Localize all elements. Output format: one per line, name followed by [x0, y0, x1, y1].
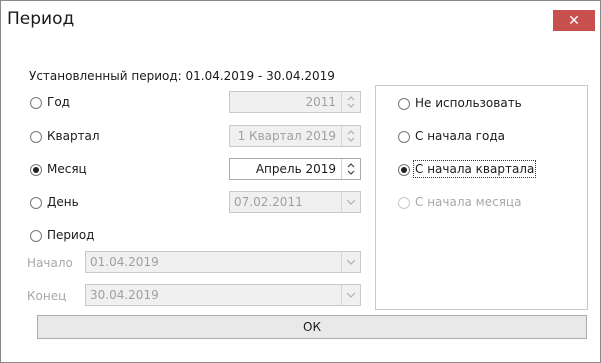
chevron-down-icon[interactable] — [341, 252, 360, 272]
end-value: 30.04.2019 — [90, 288, 159, 302]
ok-button[interactable]: ОК — [37, 315, 587, 339]
close-icon: ✕ — [568, 12, 580, 29]
radio-from-year-start[interactable] — [398, 131, 410, 143]
radio-from-month-start-label: С начала месяца — [415, 195, 522, 209]
radio-from-month-start[interactable] — [398, 197, 410, 209]
start-label: Начало — [27, 256, 73, 270]
quarter-spinner[interactable]: 1 Квартал 2019 — [229, 125, 361, 147]
end-date-picker[interactable]: 30.04.2019 — [85, 284, 361, 306]
month-spinner[interactable]: Апрель 2019 — [229, 158, 361, 180]
spin-arrows-icon[interactable] — [341, 92, 360, 112]
dialog-title: Период — [7, 9, 75, 29]
spin-arrows-icon[interactable] — [341, 126, 360, 146]
radio-from-year-start-label: С начала года — [415, 129, 505, 143]
day-value: 07.02.2011 — [234, 195, 303, 209]
radio-no-accumulation-label: Не использовать — [415, 96, 522, 110]
start-date-picker[interactable]: 01.04.2019 — [85, 251, 361, 273]
radio-period-label: Период — [47, 228, 95, 242]
end-label: Конец — [27, 289, 67, 303]
dialog-body: Установленный период: 01.04.2019 - 30.04… — [9, 45, 597, 359]
title-bar: Период ✕ — [1, 1, 600, 45]
quarter-value: 1 Квартал 2019 — [237, 129, 336, 143]
radio-from-quarter-start[interactable] — [398, 164, 410, 176]
chevron-down-icon[interactable] — [341, 285, 360, 305]
radio-quarter[interactable] — [30, 131, 42, 143]
start-value: 01.04.2019 — [90, 255, 159, 269]
day-date-picker[interactable]: 07.02.2011 — [229, 191, 361, 213]
month-value: Апрель 2019 — [255, 162, 336, 176]
year-value: 2011 — [305, 95, 336, 109]
radio-period[interactable] — [30, 230, 42, 242]
spin-arrows-icon[interactable] — [341, 159, 360, 179]
radio-quarter-label: Квартал — [47, 129, 100, 143]
radio-no-accumulation[interactable] — [398, 98, 410, 110]
radio-from-quarter-start-label: С начала квартала — [412, 160, 537, 178]
radio-year-label: Год — [47, 95, 70, 109]
period-summary: Установленный период: 01.04.2019 - 30.04… — [29, 69, 335, 83]
chevron-down-icon[interactable] — [341, 192, 360, 212]
accumulation-group: Не использовать С начала года С начала к… — [375, 85, 588, 310]
period-dialog: Период ✕ Установленный период: 01.04.201… — [0, 0, 601, 363]
radio-day-label: День — [47, 195, 79, 209]
radio-month[interactable] — [30, 164, 42, 176]
radio-day[interactable] — [30, 197, 42, 209]
radio-month-label: Месяц — [47, 162, 87, 176]
year-spinner[interactable]: 2011 — [229, 91, 361, 113]
radio-year[interactable] — [30, 97, 42, 109]
close-button[interactable]: ✕ — [553, 10, 595, 31]
